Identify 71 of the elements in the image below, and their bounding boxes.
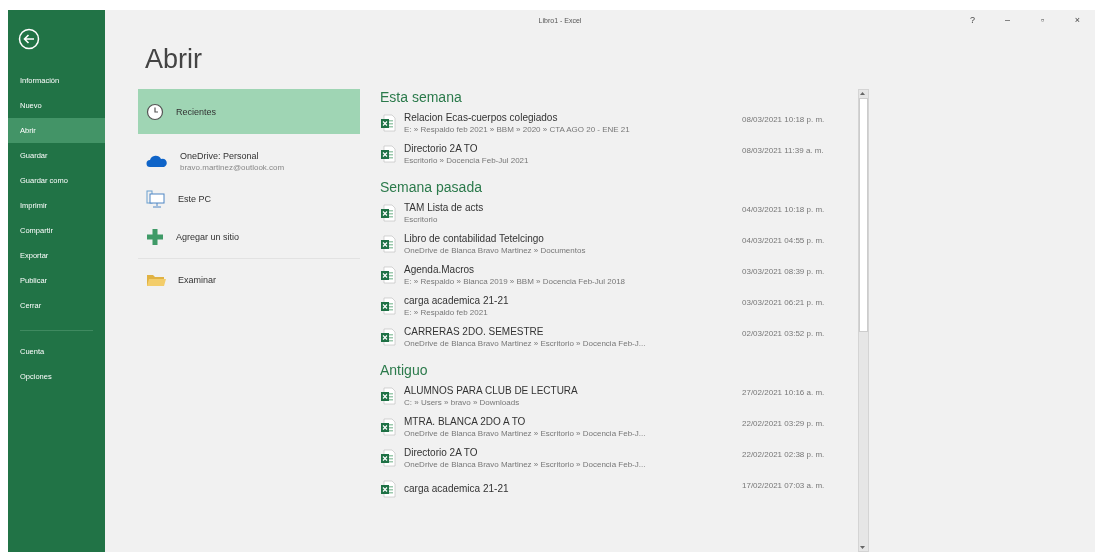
- cloud-icon: [146, 154, 168, 168]
- file-path: Escritorio » Docencia Feb-Jul 2021: [404, 155, 530, 165]
- spreadsheet-file-icon: [380, 448, 396, 467]
- group-heading: Esta semana: [380, 89, 463, 105]
- clock-icon: [146, 102, 164, 121]
- file-name[interactable]: MTRA. BLANCA 2DO A TO: [404, 415, 734, 427]
- spreadsheet-file-icon: [380, 113, 396, 132]
- window-control-button[interactable]: ×: [1060, 10, 1095, 30]
- file-path: OneDrive de Blanca Bravo Martinez » Escritorio » Docencia Feb-J...: [404, 459, 647, 469]
- spreadsheet-file-icon: [380, 386, 396, 405]
- scrollbar-thumb[interactable]: [859, 98, 868, 332]
- file-path: Escritorio: [404, 214, 439, 224]
- file-date: 03/03/2021 06:21 p. m.: [742, 298, 825, 307]
- file-date: 04/03/2021 10:18 p. m.: [742, 205, 825, 214]
- spreadsheet-file-icon: [380, 327, 396, 346]
- file-path: E: » Respaldo feb 2021: [404, 307, 489, 317]
- file-date: 04/03/2021 04:55 p. m.: [742, 236, 825, 245]
- spreadsheet-file-icon: [380, 144, 396, 163]
- file-name[interactable]: Directorio 2A TO: [404, 142, 734, 154]
- file-name[interactable]: ALUMNOS PARA CLUB DE LECTURA: [404, 384, 734, 396]
- file-date: 27/02/2021 10:16 a. m.: [742, 388, 825, 397]
- window-control-button[interactable]: –: [990, 10, 1025, 30]
- file-name[interactable]: Relacion Ecas-cuerpos colegiados: [404, 111, 734, 123]
- location-item[interactable]: Recientes: [138, 89, 360, 134]
- spreadsheet-file-icon: [380, 265, 396, 284]
- file-path: OneDrive de Blanca Bravo Martinez » Escritorio » Docencia Feb-J...: [404, 428, 647, 438]
- group-heading: Antiguo: [380, 362, 429, 378]
- file-name[interactable]: Agenda.Macros: [404, 263, 734, 275]
- file-path: E: » Respaldo » Blanca 2019 » BBM » Docencia Feb-Jul 2018: [404, 276, 627, 286]
- file-name[interactable]: CARRERAS 2DO. SEMESTRE: [404, 325, 734, 337]
- file-path: OneDrive de Blanca Bravo Martinez » Escritorio » Docencia Feb-J...: [404, 338, 647, 348]
- file-name[interactable]: carga academica 21-21: [404, 483, 734, 494]
- location-label: OneDrive: Personal: [180, 150, 260, 161]
- computer-icon: [146, 190, 166, 208]
- spreadsheet-file-icon: [380, 234, 396, 253]
- file-date: 22/02/2021 02:38 p. m.: [742, 450, 825, 459]
- group-heading: Semana pasada: [380, 179, 483, 195]
- file-name[interactable]: TAM Lista de acts: [404, 201, 734, 213]
- file-date: 22/02/2021 03:29 p. m.: [742, 419, 825, 428]
- location-label: Agregar un sitio: [176, 232, 240, 242]
- file-date: 03/03/2021 08:39 p. m.: [742, 267, 825, 276]
- file-date: 08/03/2021 10:18 p. m.: [742, 115, 825, 124]
- location-item[interactable]: Agregar un sitio: [138, 218, 360, 256]
- window-control-button[interactable]: ?: [955, 10, 990, 30]
- scrollbar[interactable]: [858, 89, 869, 552]
- file-name[interactable]: Directorio 2A TO: [404, 446, 734, 458]
- location-item[interactable]: OneDrive: Personal bravo.martinez@outlook.com: [138, 142, 360, 180]
- file-date: 17/02/2021 07:03 a. m.: [742, 481, 825, 490]
- file-path: OneDrive de Blanca Bravo Martinez » Documentos: [404, 245, 587, 255]
- file-path: E: » Respaldo feb 2021 » BBM » 2020 » CTA AGO 20 - ENE 21: [404, 124, 631, 134]
- location-label: Recientes: [176, 106, 217, 117]
- page-heading: Abrir: [145, 44, 203, 75]
- spreadsheet-file-icon: [380, 296, 396, 315]
- location-label: Examinar: [178, 275, 216, 285]
- spreadsheet-file-icon: [380, 479, 396, 498]
- plus-icon: [146, 228, 164, 246]
- folder-icon: [146, 273, 166, 287]
- location-item[interactable]: Examinar: [138, 261, 360, 299]
- scroll-up-icon[interactable]: [859, 90, 866, 98]
- account-email: bravo.martinez@outlook.com: [180, 162, 285, 172]
- location-item[interactable]: Este PC: [138, 180, 360, 218]
- file-date: 02/03/2021 03:52 p. m.: [742, 329, 825, 338]
- file-name[interactable]: Libro de contabilidad Tetelcingo: [404, 232, 734, 244]
- file-name[interactable]: carga academica 21-21: [404, 294, 734, 306]
- location-label: Este PC: [178, 194, 211, 204]
- file-date: 08/03/2021 11:39 a. m.: [742, 146, 824, 155]
- window-control-button[interactable]: ▫: [1025, 10, 1060, 30]
- file-path: C: » Users » bravo » Downloads: [404, 397, 521, 407]
- spreadsheet-file-icon: [380, 203, 396, 222]
- spreadsheet-file-icon: [380, 417, 396, 436]
- scroll-down-icon[interactable]: [859, 543, 866, 551]
